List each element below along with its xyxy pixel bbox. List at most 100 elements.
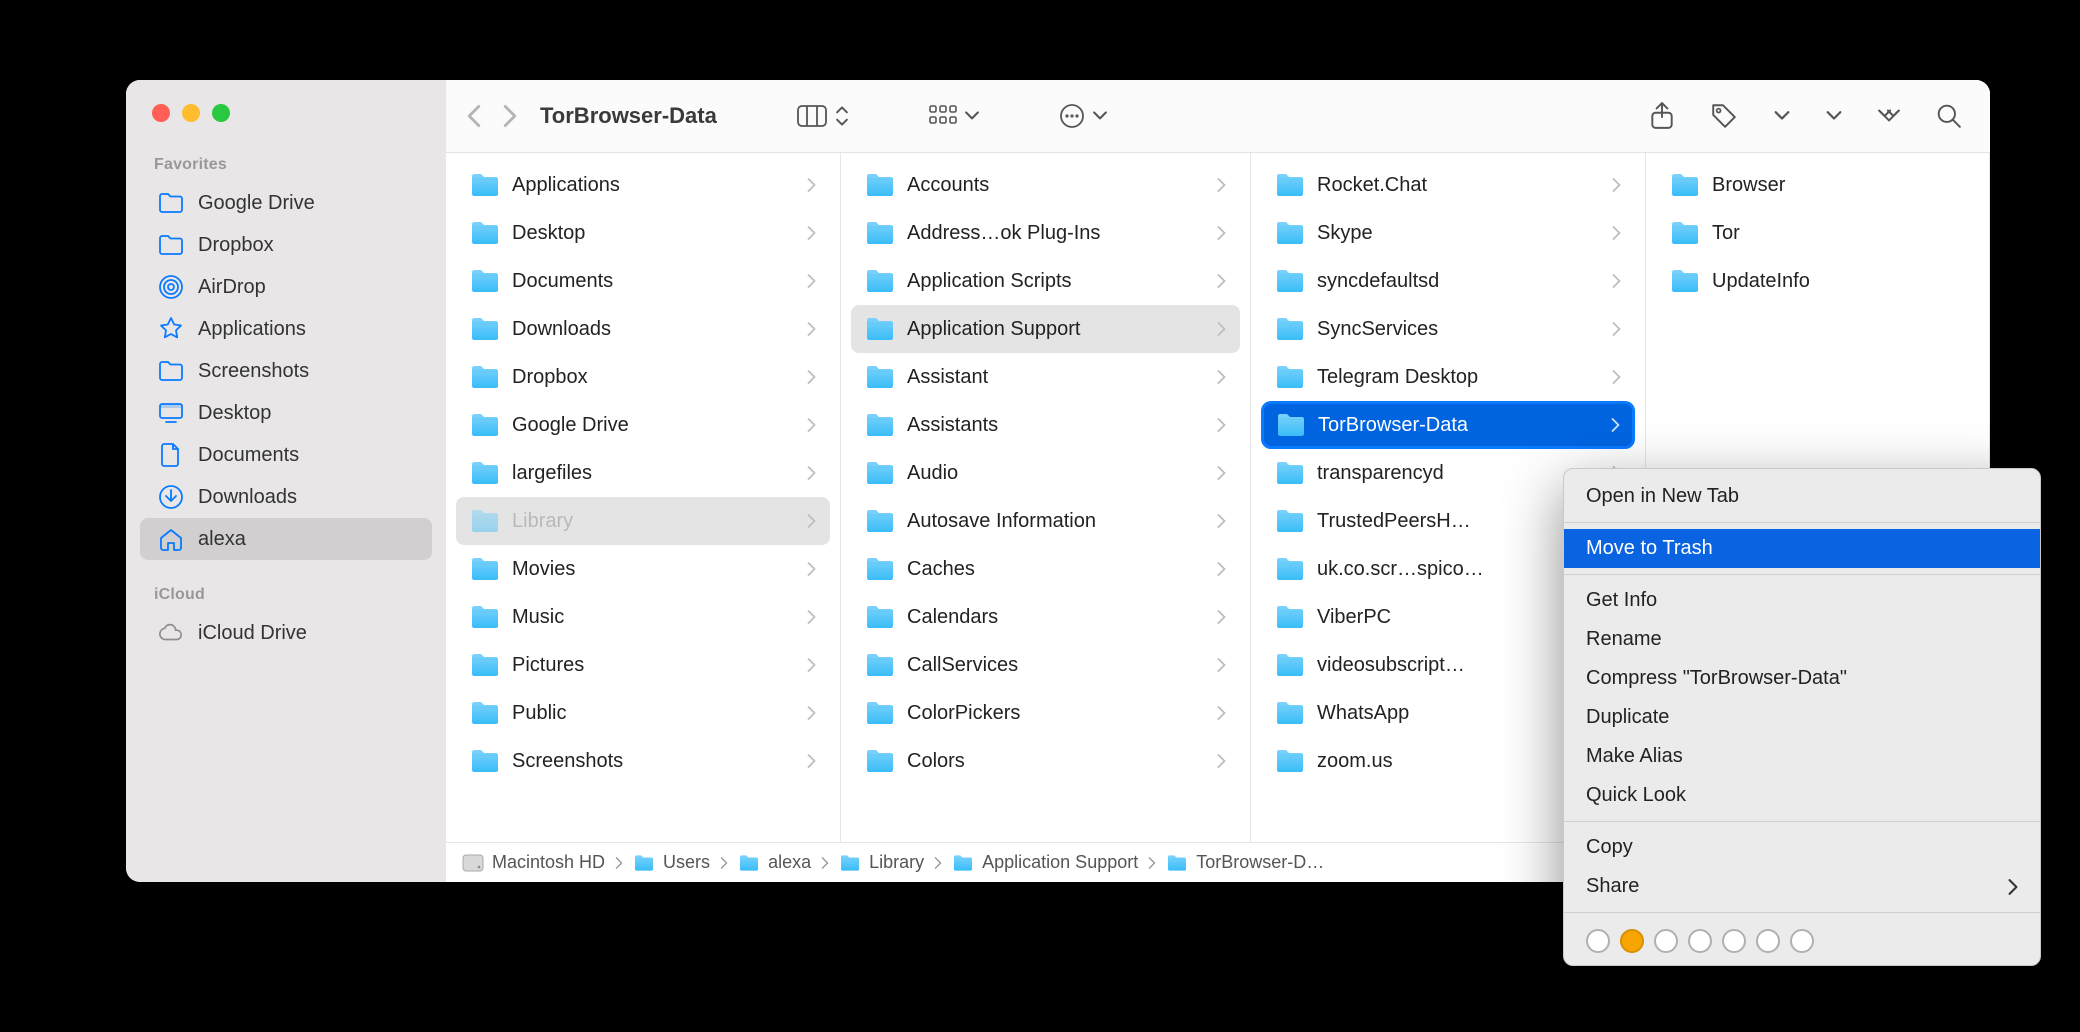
back-button[interactable] [466, 104, 482, 128]
file-item[interactable]: SyncServices [1261, 305, 1635, 353]
menu-item-quick-look[interactable]: Quick Look [1564, 776, 2040, 815]
file-item[interactable]: ColorPickers [851, 689, 1240, 737]
file-item-label: largefiles [512, 462, 799, 485]
tag-swatch[interactable] [1654, 929, 1678, 953]
tag-swatch[interactable] [1790, 929, 1814, 953]
menu-item-make-alias[interactable]: Make Alias [1564, 737, 2040, 776]
file-item[interactable]: Google Drive [456, 401, 830, 449]
search-button[interactable] [1936, 103, 1962, 129]
tags-button[interactable] [1710, 102, 1738, 130]
sidebar-item-alexa[interactable]: alexa [140, 518, 432, 560]
file-item[interactable]: Calendars [851, 593, 1240, 641]
menu-item-share[interactable]: Share [1564, 867, 2040, 906]
sidebar-item-label: Dropbox [198, 234, 274, 257]
folder-icon [1275, 748, 1305, 774]
forward-button[interactable] [502, 104, 518, 128]
file-item[interactable]: Public [456, 689, 830, 737]
file-item-label: Library [512, 510, 799, 533]
view-mode-button[interactable] [797, 105, 849, 127]
file-item[interactable]: Pictures [456, 641, 830, 689]
file-item[interactable]: Music [456, 593, 830, 641]
sidebar-item-desktop[interactable]: Desktop [140, 392, 432, 434]
sidebar-item-airdrop[interactable]: AirDrop [140, 266, 432, 308]
sidebar-item-documents[interactable]: Documents [140, 434, 432, 476]
folder-icon [865, 604, 895, 630]
file-item[interactable]: Caches [851, 545, 1240, 593]
file-item[interactable]: Accounts [851, 161, 1240, 209]
file-item[interactable]: Movies [456, 545, 830, 593]
file-item[interactable]: Browser [1656, 161, 1979, 209]
minimize-window-button[interactable] [182, 104, 200, 122]
path-segment[interactable]: Library [839, 852, 924, 873]
file-item[interactable]: Documents [456, 257, 830, 305]
file-item[interactable]: Autosave Information [851, 497, 1240, 545]
dropdown-1[interactable] [1774, 111, 1790, 121]
file-item-label: Rocket.Chat [1317, 174, 1604, 197]
tag-swatch[interactable] [1620, 929, 1644, 953]
chevron-right-icon [799, 226, 816, 240]
overflow-button[interactable] [1878, 109, 1900, 123]
file-item[interactable]: Assistants [851, 401, 1240, 449]
tag-swatch[interactable] [1688, 929, 1712, 953]
sidebar-item-dropbox[interactable]: Dropbox [140, 224, 432, 266]
menu-item-rename[interactable]: Rename [1564, 620, 2040, 659]
menu-item-get-info[interactable]: Get Info [1564, 581, 2040, 620]
action-button[interactable] [1059, 103, 1107, 129]
sidebar-section-favorites: Favorites [126, 152, 446, 182]
path-segment[interactable]: Macintosh HD [462, 852, 605, 873]
sidebar-item-downloads[interactable]: Downloads [140, 476, 432, 518]
file-item[interactable]: Application Scripts [851, 257, 1240, 305]
file-item[interactable]: Applications [456, 161, 830, 209]
file-item[interactable]: Assistant [851, 353, 1240, 401]
tag-swatch[interactable] [1586, 929, 1610, 953]
column-1: ApplicationsDesktopDocumentsDownloadsDro… [446, 153, 841, 842]
path-separator [932, 857, 944, 869]
chevron-right-icon [1209, 514, 1226, 528]
file-item[interactable]: Audio [851, 449, 1240, 497]
path-segment[interactable]: Application Support [952, 852, 1138, 873]
menu-item-open-in-new-tab[interactable]: Open in New Tab [1564, 477, 2040, 516]
folder-icon [1275, 460, 1305, 486]
file-item-label: Colors [907, 750, 1209, 773]
menu-item-move-to-trash[interactable]: Move to Trash [1564, 529, 2040, 568]
path-segment[interactable]: Users [633, 852, 710, 873]
menu-item-copy[interactable]: Copy [1564, 828, 2040, 867]
zoom-window-button[interactable] [212, 104, 230, 122]
file-item[interactable]: TorBrowser-Data [1261, 401, 1635, 449]
sidebar-item-google-drive[interactable]: Google Drive [140, 182, 432, 224]
menu-tags-row [1564, 919, 2040, 957]
file-item[interactable]: Address…ok Plug-Ins [851, 209, 1240, 257]
path-segment[interactable]: TorBrowser-D… [1166, 852, 1324, 873]
file-item[interactable]: CallServices [851, 641, 1240, 689]
file-item[interactable]: Dropbox [456, 353, 830, 401]
sidebar-item-icloud-drive[interactable]: iCloud Drive [140, 612, 432, 654]
chevron-right-icon [799, 418, 816, 432]
file-item[interactable]: Desktop [456, 209, 830, 257]
group-button[interactable] [929, 105, 979, 127]
file-item[interactable]: Telegram Desktop [1261, 353, 1635, 401]
tag-swatch[interactable] [1722, 929, 1746, 953]
path-segment[interactable]: alexa [738, 852, 811, 873]
menu-item-compress-torbrowser-data[interactable]: Compress "TorBrowser-Data" [1564, 659, 2040, 698]
menu-item-duplicate[interactable]: Duplicate [1564, 698, 2040, 737]
close-window-button[interactable] [152, 104, 170, 122]
file-item[interactable]: UpdateInfo [1656, 257, 1979, 305]
file-item[interactable]: Tor [1656, 209, 1979, 257]
dropdown-2[interactable] [1826, 111, 1842, 121]
file-item-label: transparencyd [1317, 462, 1604, 485]
file-item[interactable]: syncdefaultsd [1261, 257, 1635, 305]
tag-swatch[interactable] [1756, 929, 1780, 953]
folder-icon [1670, 172, 1700, 198]
sidebar-item-applications[interactable]: Applications [140, 308, 432, 350]
file-item[interactable]: Rocket.Chat [1261, 161, 1635, 209]
file-item[interactable]: Colors [851, 737, 1240, 785]
file-item[interactable]: largefiles [456, 449, 830, 497]
file-item[interactable]: Skype [1261, 209, 1635, 257]
file-item[interactable]: Screenshots [456, 737, 830, 785]
file-item[interactable]: Downloads [456, 305, 830, 353]
sidebar-item-screenshots[interactable]: Screenshots [140, 350, 432, 392]
share-button[interactable] [1650, 102, 1674, 130]
file-item[interactable]: Library [456, 497, 830, 545]
file-item[interactable]: Application Support [851, 305, 1240, 353]
file-item-label: WhatsApp [1317, 702, 1604, 725]
